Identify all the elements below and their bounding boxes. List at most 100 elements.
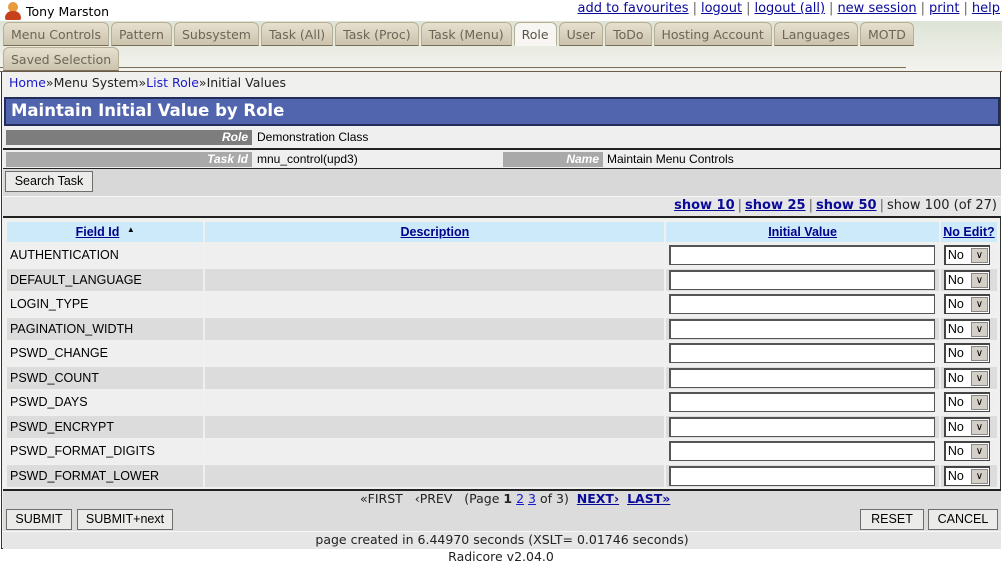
no-edit-select[interactable]: No ∨ xyxy=(943,441,990,462)
table-header-row: Field Id ▲ Description Initial Value No … xyxy=(7,222,997,242)
description-cell xyxy=(205,342,665,365)
help-link[interactable]: help xyxy=(972,1,1000,16)
no-edit-select[interactable]: No ∨ xyxy=(943,294,990,315)
separator: | xyxy=(879,198,884,213)
tab-pattern[interactable]: Pattern xyxy=(111,22,172,46)
chevron-down-icon[interactable]: ∨ xyxy=(970,444,988,460)
search-task-button[interactable]: Search Task xyxy=(5,171,93,192)
no-edit-selected: No xyxy=(947,395,964,410)
task-id-value: mnu_control(upd3) xyxy=(257,152,358,166)
logout-all-link[interactable]: logout (all) xyxy=(754,1,825,16)
no-edit-select[interactable]: No ∨ xyxy=(943,465,990,486)
no-edit-select[interactable]: No ∨ xyxy=(943,318,990,339)
breadcrumb-list-role[interactable]: List Role xyxy=(146,75,199,90)
field-id-cell: DEFAULT_LANGUAGE xyxy=(7,268,204,291)
table-row: PSWD_CHANGE No ∨ xyxy=(7,342,997,365)
no-edit-select[interactable]: No ∨ xyxy=(943,416,990,437)
show-10-link[interactable]: show 10 xyxy=(674,198,735,213)
divider xyxy=(3,216,1001,218)
initial-value-cell xyxy=(666,464,939,487)
record-total: (of 27) xyxy=(953,198,997,213)
tab-saved-selection[interactable]: Saved Selection xyxy=(3,47,120,71)
chevron-down-icon[interactable]: ∨ xyxy=(970,248,988,264)
chevron-down-icon[interactable]: ∨ xyxy=(970,370,988,386)
sort-description-link[interactable]: Description xyxy=(400,225,469,239)
chevron-down-icon[interactable]: ∨ xyxy=(970,297,988,313)
new-session-link[interactable]: new session xyxy=(837,1,916,16)
chevron-down-icon[interactable]: ∨ xyxy=(970,272,988,288)
last-page-link[interactable]: LAST» xyxy=(627,491,670,506)
description-cell xyxy=(205,268,665,291)
cancel-button[interactable]: CANCEL xyxy=(928,509,998,530)
add-to-favourites-link[interactable]: add to favourites xyxy=(578,1,689,16)
reset-button[interactable]: RESET xyxy=(860,509,924,530)
no-edit-select[interactable]: No ∨ xyxy=(943,392,990,413)
tab-motd[interactable]: MOTD xyxy=(859,22,914,46)
initial-value-input[interactable] xyxy=(669,245,936,266)
tab-hosting-account[interactable]: Hosting Account xyxy=(653,22,772,46)
submit-button[interactable]: SUBMIT xyxy=(6,509,72,530)
page-prefix: (Page xyxy=(464,491,500,506)
show-50-link[interactable]: show 50 xyxy=(816,198,877,213)
page-2-link[interactable]: 2 xyxy=(516,491,524,506)
chevron-down-icon[interactable]: ∨ xyxy=(970,468,988,484)
column-description: Description xyxy=(205,222,665,242)
breadcrumb-home[interactable]: Home xyxy=(9,75,46,90)
chevron-down-icon[interactable]: ∨ xyxy=(970,395,988,411)
page-size-bar: show 10 | show 25 | show 50 | show 100 (of 27) xyxy=(3,196,1001,216)
no-edit-select[interactable]: No ∨ xyxy=(943,269,990,290)
initial-value-input[interactable] xyxy=(669,367,936,388)
initial-value-input[interactable] xyxy=(669,269,936,290)
initial-value-input[interactable] xyxy=(669,465,936,486)
description-cell xyxy=(205,391,665,414)
chevron-down-icon[interactable]: ∨ xyxy=(970,419,988,435)
menu-tabs: Menu Controls Pattern Subsystem Task (Al… xyxy=(0,21,1002,71)
sort-no-edit-link[interactable]: No Edit? xyxy=(943,225,994,239)
initial-value-input[interactable] xyxy=(669,416,936,437)
chevron-down-icon[interactable]: ∨ xyxy=(970,346,988,362)
print-link[interactable]: print xyxy=(929,1,960,16)
initial-value-input[interactable] xyxy=(669,318,936,339)
initial-value-cell xyxy=(666,440,939,463)
no-edit-select[interactable]: No ∨ xyxy=(943,245,990,266)
initial-value-input[interactable] xyxy=(669,441,936,462)
tab-role[interactable]: Role xyxy=(513,22,557,46)
tab-languages[interactable]: Languages xyxy=(773,22,858,46)
chevron-down-icon[interactable]: ∨ xyxy=(970,321,988,337)
sort-initial-value-link[interactable]: Initial Value xyxy=(768,225,837,239)
sort-field-id-link[interactable]: Field Id xyxy=(76,225,120,239)
logout-link[interactable]: logout xyxy=(701,1,742,16)
description-cell xyxy=(205,317,665,340)
no-edit-cell: No ∨ xyxy=(940,415,997,438)
next-page-link[interactable]: NEXT› xyxy=(577,491,619,506)
page-3-link[interactable]: 3 xyxy=(528,491,536,506)
show-25-link[interactable]: show 25 xyxy=(745,198,806,213)
no-edit-selected: No xyxy=(947,444,964,459)
initial-value-cell xyxy=(666,293,939,316)
field-id-cell: PSWD_FORMAT_DIGITS xyxy=(7,440,204,463)
top-links: add to favourites | logout | logout (all) | ne… xyxy=(578,1,1000,16)
no-edit-select[interactable]: No ∨ xyxy=(943,367,990,388)
initial-value-input[interactable] xyxy=(669,294,936,315)
tab-subsystem[interactable]: Subsystem xyxy=(173,22,259,46)
tab-task-proc[interactable]: Task (Proc) xyxy=(335,22,419,46)
task-id-label: Task Id xyxy=(6,152,252,167)
field-id-cell: PSWD_CHANGE xyxy=(7,342,204,365)
table-row: LOGIN_TYPE No ∨ xyxy=(7,293,997,316)
tab-task-menu[interactable]: Task (Menu) xyxy=(420,22,512,46)
no-edit-select[interactable]: No ∨ xyxy=(943,343,990,364)
column-initial-value: Initial Value xyxy=(666,222,939,242)
table-row: PSWD_COUNT No ∨ xyxy=(7,366,997,389)
breadcrumb-menu-system: Menu System xyxy=(53,75,139,90)
field-id-cell: PAGINATION_WIDTH xyxy=(7,317,204,340)
initial-value-input[interactable] xyxy=(669,343,936,364)
tab-user[interactable]: User xyxy=(558,22,604,46)
tab-todo[interactable]: ToDo xyxy=(605,22,652,46)
submit-next-button[interactable]: SUBMIT+next xyxy=(77,509,173,530)
table-row: PSWD_FORMAT_DIGITS No ∨ xyxy=(7,440,997,463)
initial-value-input[interactable] xyxy=(669,392,936,413)
initial-value-cell xyxy=(666,415,939,438)
tab-task-all[interactable]: Task (All) xyxy=(260,22,334,46)
tab-menu-controls[interactable]: Menu Controls xyxy=(3,22,109,46)
no-edit-selected: No xyxy=(947,297,964,312)
